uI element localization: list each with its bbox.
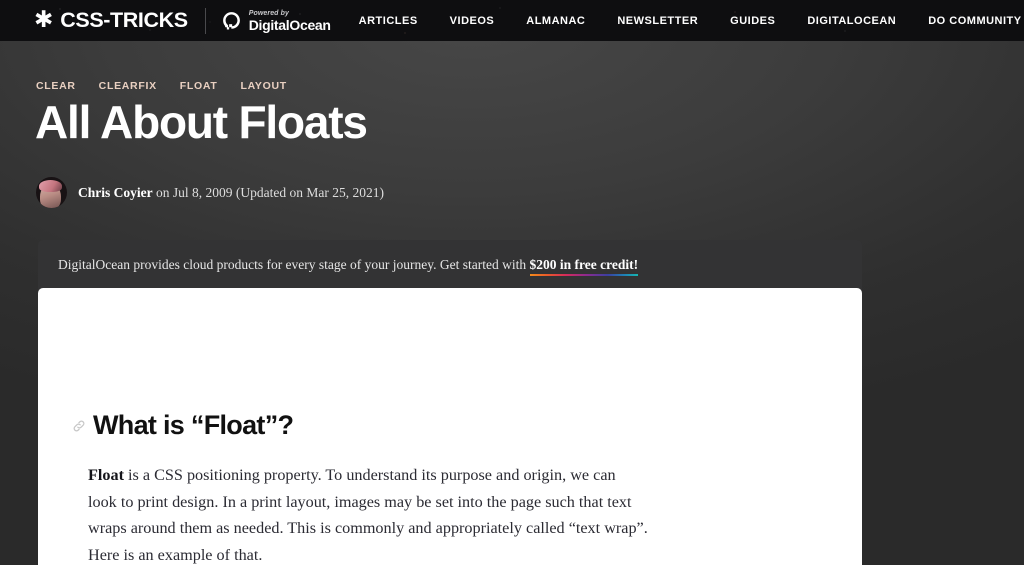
digitalocean-sponsor-link[interactable]: Powered by DigitalOcean: [221, 10, 331, 32]
nav-item-newsletter[interactable]: NEWSLETTER: [617, 15, 698, 27]
paragraph-body: is a CSS positioning property. To unders…: [88, 466, 648, 564]
author-link[interactable]: Chris Coyier: [78, 185, 153, 200]
page-title: All About Floats: [35, 96, 368, 148]
byline-date: on Jul 8, 2009 (Updated on Mar 25, 2021): [152, 184, 384, 200]
promo-text: DigitalOcean provides cloud products for…: [58, 257, 638, 276]
section-heading: What is “Float”?: [71, 410, 862, 441]
site-name: CSS-TRICKS: [60, 8, 188, 32]
asterisk-star-icon: ✱: [34, 7, 54, 33]
header-divider: [204, 7, 206, 34]
promo-offer-link[interactable]: $200 in free credit!: [529, 257, 638, 276]
article-header: CLEAR CLEARFIX FLOAT LAYOUT All About Fl…: [0, 41, 1024, 209]
promo-description: DigitalOcean provides cloud products for…: [58, 257, 530, 272]
nav-item-almanac[interactable]: ALMANAC: [526, 15, 585, 27]
site-logo-link[interactable]: ✱ CSS-TRICKS: [34, 8, 188, 33]
tag-clearfix[interactable]: CLEARFIX: [99, 80, 157, 92]
link-chain-icon[interactable]: [71, 418, 87, 434]
article-content-card: What is “Float”? Float is a CSS position…: [38, 288, 862, 565]
tag-float[interactable]: FLOAT: [180, 80, 218, 92]
byline: Chris Coyier on Jul 8, 2009 (Updated on …: [36, 177, 1024, 209]
powered-by-label: Powered by: [248, 9, 289, 17]
nav-item-videos[interactable]: VIDEOS: [450, 15, 495, 27]
paragraph-lead-term: Float: [88, 466, 124, 484]
main-navigation: ARTICLES VIDEOS ALMANAC NEWSLETTER GUIDE…: [359, 15, 1022, 27]
tag-clear[interactable]: CLEAR: [36, 80, 76, 92]
nav-item-digitalocean[interactable]: DIGITALOCEAN: [807, 15, 896, 27]
avatar: [36, 177, 67, 209]
nav-item-articles[interactable]: ARTICLES: [359, 15, 418, 27]
byline-text: Chris Coyier on Jul 8, 2009 (Updated on …: [78, 185, 384, 201]
tag-layout[interactable]: LAYOUT: [241, 80, 287, 92]
nav-item-guides[interactable]: GUIDES: [730, 15, 775, 27]
digitalocean-name: DigitalOcean: [248, 16, 331, 33]
article-paragraph: Float is a CSS positioning property. To …: [88, 462, 648, 565]
site-header: ✱ CSS-TRICKS Powered by DigitalOcean ART…: [0, 0, 1024, 41]
tag-list: CLEAR CLEARFIX FLOAT LAYOUT: [36, 80, 1024, 92]
nav-item-do-community[interactable]: DO COMMUNITY: [928, 15, 1021, 27]
section-heading-text: What is “Float”?: [93, 410, 294, 440]
sponsor-promo-banner: DigitalOcean provides cloud products for…: [38, 240, 862, 290]
digitalocean-logo-icon: [222, 12, 240, 30]
